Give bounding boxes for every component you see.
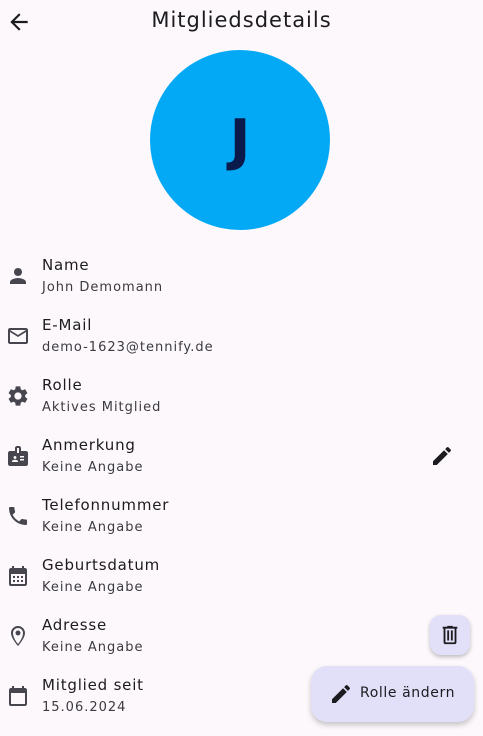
detail-row-role: Rolle Aktives Mitglied xyxy=(0,376,483,436)
person-icon xyxy=(10,268,26,284)
change-role-label: Rolle ändern xyxy=(360,685,456,701)
detail-value: Aktives Mitglied xyxy=(42,400,162,415)
detail-label: Mitglied seit xyxy=(42,676,144,694)
avatar-initial: J xyxy=(229,107,251,173)
app-bar: Mitgliedsdetails xyxy=(0,0,483,44)
edit-note-pencil-icon[interactable] xyxy=(430,444,454,468)
trash-icon xyxy=(442,625,458,645)
detail-label: Anmerkung xyxy=(42,436,136,454)
detail-value: Keine Angabe xyxy=(42,640,144,655)
change-role-button[interactable]: Rolle ändern xyxy=(311,666,474,722)
detail-label: Geburtsdatum xyxy=(42,556,161,574)
detail-value: 15.06.2024 xyxy=(42,700,127,715)
mail-icon xyxy=(8,328,28,344)
location-icon xyxy=(11,626,25,646)
detail-row-name: Name John Demomann xyxy=(0,256,483,316)
detail-row-note: Anmerkung Keine Angabe xyxy=(0,436,483,496)
detail-label: Telefonnummer xyxy=(42,496,170,514)
pencil-icon xyxy=(332,684,351,703)
detail-row-email: E-Mail demo-1623@tennify.de xyxy=(0,316,483,376)
detail-value: demo-1623@tennify.de xyxy=(42,340,214,355)
calendar-blank-icon xyxy=(9,686,27,706)
detail-row-phone: Telefonnummer Keine Angabe xyxy=(0,496,483,556)
calendar-icon xyxy=(9,566,27,586)
detail-label: Name xyxy=(42,256,90,274)
phone-icon xyxy=(9,507,27,525)
detail-row-birthdate: Geburtsdatum Keine Angabe xyxy=(0,556,483,616)
detail-value: John Demomann xyxy=(42,280,164,295)
page-title: Mitgliedsdetails xyxy=(151,8,332,32)
detail-value: Keine Angabe xyxy=(42,520,144,535)
detail-label: Rolle xyxy=(42,376,83,394)
avatar: J xyxy=(150,50,330,230)
detail-value: Keine Angabe xyxy=(42,580,144,595)
detail-label: E-Mail xyxy=(42,316,93,334)
detail-label: Adresse xyxy=(42,616,108,634)
badge-icon xyxy=(8,446,28,466)
gear-icon xyxy=(8,386,28,406)
detail-value: Keine Angabe xyxy=(42,460,144,475)
delete-member-button[interactable] xyxy=(430,615,470,655)
